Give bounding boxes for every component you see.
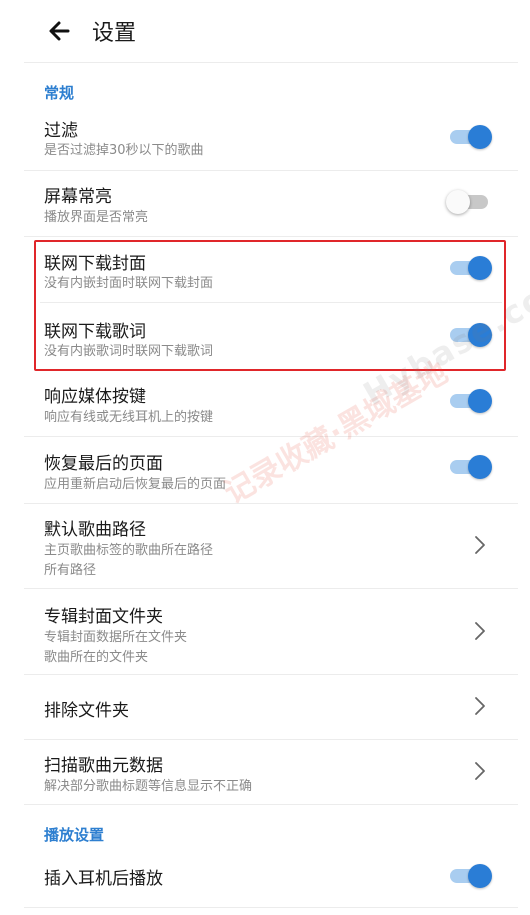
- play-on-headset-toggle[interactable]: [450, 864, 492, 888]
- chevron-right-icon: [475, 622, 485, 640]
- divider: [24, 907, 518, 908]
- setting-row-exclude-folders[interactable]: 排除文件夹: [24, 676, 518, 738]
- arrow-left-icon[interactable]: [44, 16, 74, 46]
- setting-row-default-song-path[interactable]: 默认歌曲路径 主页歌曲标签的歌曲所在路径 所有路径: [24, 505, 518, 587]
- chevron-right-icon: [475, 536, 485, 554]
- setting-row-play-on-headset[interactable]: 插入耳机后播放: [24, 850, 518, 906]
- setting-title: 专辑封面文件夹: [44, 607, 163, 627]
- divider: [40, 302, 502, 303]
- divider: [24, 170, 518, 171]
- page-title: 设置: [92, 21, 137, 46]
- divider: [24, 804, 518, 805]
- setting-row-scan-metadata[interactable]: 扫描歌曲元数据 解决部分歌曲标题等信息显示不正确: [24, 741, 518, 803]
- setting-subtitle: 应用重新启动后恢复最后的页面: [44, 477, 227, 492]
- divider: [24, 503, 518, 504]
- divider: [24, 674, 518, 675]
- setting-row-download-lyrics[interactable]: 联网下载歌词 没有内嵌歌词时联网下载歌词: [24, 304, 518, 368]
- download-cover-toggle[interactable]: [450, 256, 492, 280]
- setting-subtitle: 专辑封面数据所在文件夹: [44, 630, 188, 645]
- setting-value: 所有路径: [44, 563, 97, 578]
- divider: [24, 236, 518, 237]
- setting-subtitle: 解决部分歌曲标题等信息显示不正确: [44, 779, 253, 794]
- chevron-right-icon: [475, 697, 485, 715]
- restore-page-toggle[interactable]: [450, 455, 492, 479]
- setting-title: 扫描歌曲元数据: [44, 756, 163, 776]
- setting-row-download-cover[interactable]: 联网下载封面 没有内嵌封面时联网下载封面: [24, 240, 518, 302]
- setting-title: 联网下载封面: [44, 254, 146, 274]
- setting-value: 歌曲所在的文件夹: [44, 650, 149, 665]
- setting-row-album-cover-folder[interactable]: 专辑封面文件夹 专辑封面数据所在文件夹 歌曲所在的文件夹: [24, 590, 518, 672]
- setting-title: 屏幕常亮: [44, 187, 112, 207]
- setting-title: 插入耳机后播放: [44, 869, 163, 889]
- setting-row-filter[interactable]: 过滤 是否过滤掉30秒以下的歌曲: [24, 108, 518, 170]
- filter-toggle[interactable]: [450, 125, 492, 149]
- setting-row-restore-page[interactable]: 恢复最后的页面 应用重新启动后恢复最后的页面: [24, 438, 518, 502]
- keep-screen-on-toggle[interactable]: [446, 190, 488, 214]
- divider: [24, 436, 518, 437]
- setting-subtitle: 主页歌曲标签的歌曲所在路径: [44, 543, 214, 558]
- app-bar: 设置: [0, 0, 530, 62]
- setting-subtitle: 没有内嵌封面时联网下载封面: [44, 276, 214, 291]
- setting-title: 联网下载歌词: [44, 322, 146, 342]
- chevron-right-icon: [475, 762, 485, 780]
- setting-title: 过滤: [44, 121, 78, 141]
- section-title-playback: 播放设置: [44, 826, 105, 844]
- setting-row-media-buttons[interactable]: 响应媒体按键 响应有线或无线耳机上的按键: [24, 372, 518, 434]
- setting-subtitle: 是否过滤掉30秒以下的歌曲: [44, 143, 204, 158]
- setting-title: 默认歌曲路径: [44, 520, 146, 540]
- setting-title: 排除文件夹: [44, 701, 129, 721]
- setting-title: 响应媒体按键: [44, 387, 146, 407]
- section-title-general: 常规: [44, 84, 75, 102]
- setting-subtitle: 没有内嵌歌词时联网下载歌词: [44, 344, 214, 359]
- setting-subtitle: 播放界面是否常亮: [44, 210, 149, 225]
- download-lyrics-toggle[interactable]: [450, 323, 492, 347]
- media-buttons-toggle[interactable]: [450, 389, 492, 413]
- setting-row-keep-screen-on[interactable]: 屏幕常亮 播放界面是否常亮: [24, 172, 518, 236]
- setting-subtitle: 响应有线或无线耳机上的按键: [44, 410, 214, 425]
- divider: [24, 739, 518, 740]
- setting-title: 恢复最后的页面: [44, 454, 163, 474]
- divider: [24, 62, 518, 63]
- divider: [24, 588, 518, 589]
